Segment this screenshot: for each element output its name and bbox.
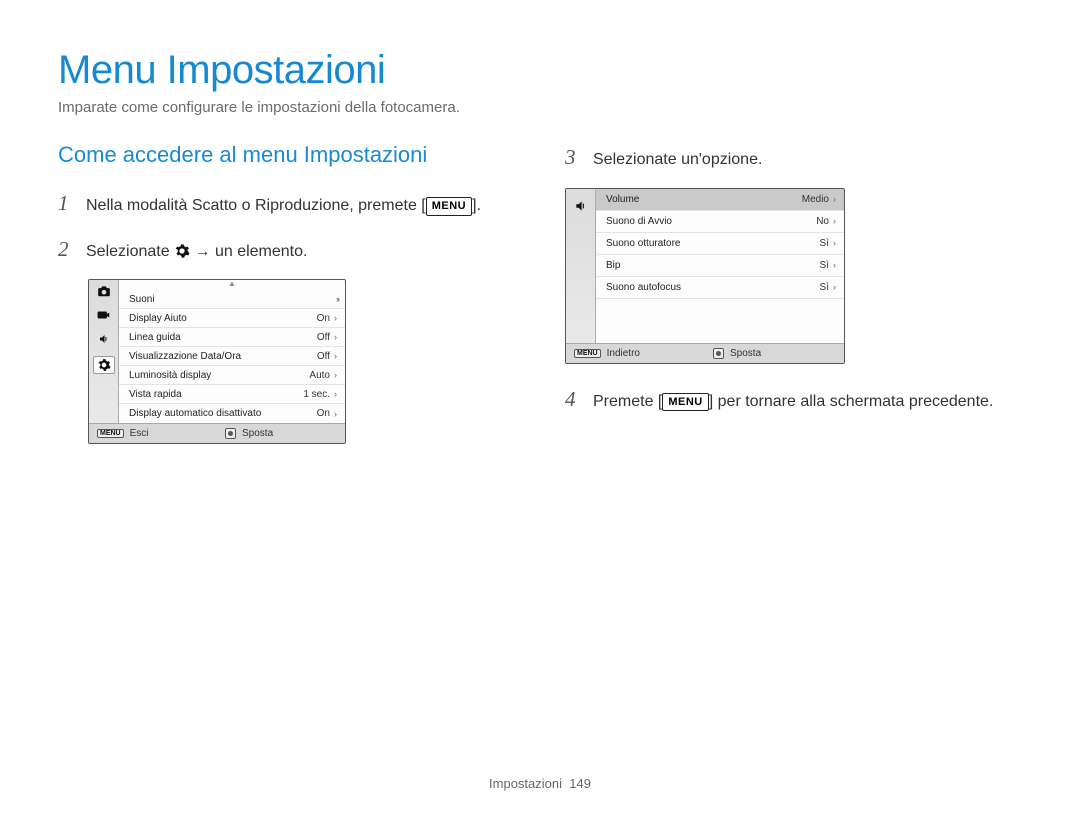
list-item: Suono otturatore Sì › bbox=[596, 233, 844, 255]
chevron-right-icon: › bbox=[833, 194, 836, 204]
step-text: Selezionate → un elemento. bbox=[86, 240, 515, 264]
list-item bbox=[596, 321, 844, 343]
item-value: Sì bbox=[820, 282, 829, 293]
step-number: 4 bbox=[565, 384, 583, 416]
item-label: Suono di Avvio bbox=[606, 216, 672, 227]
footer-label: Indietro bbox=[607, 348, 640, 359]
footer-page-number: 149 bbox=[569, 776, 591, 791]
step-number: 3 bbox=[565, 142, 583, 174]
step-text: Nella modalità Scatto o Riproduzione, pr… bbox=[86, 194, 515, 218]
list-item: Display Aiuto On › bbox=[119, 309, 345, 328]
section-heading: Come accedere al menu Impostazioni bbox=[58, 142, 515, 168]
list-item: Visualizzazione Data/Ora Off › bbox=[119, 347, 345, 366]
list-item bbox=[596, 299, 844, 321]
page-title: Menu Impostazioni bbox=[58, 48, 1022, 93]
gear-icon bbox=[93, 356, 115, 374]
chevron-right-icon: › bbox=[833, 216, 836, 226]
right-column: 3 Selezionate un'opzione. Volume Medio › S… bbox=[565, 142, 1022, 464]
menu-badge-icon: MENU bbox=[574, 349, 601, 358]
list-item: Volume Medio › bbox=[596, 189, 844, 211]
item-value: Off bbox=[317, 351, 330, 362]
list-item: Luminosità display Auto › bbox=[119, 366, 345, 385]
item-value: Sì bbox=[820, 238, 829, 249]
speaker-icon bbox=[573, 199, 589, 213]
item-value: Auto bbox=[309, 370, 330, 381]
joystick-icon bbox=[225, 428, 236, 439]
step-3: 3 Selezionate un'opzione. bbox=[565, 142, 1022, 174]
step-2: 2 Selezionate → un elemento. bbox=[58, 234, 515, 266]
chevron-right-icon: › bbox=[334, 351, 337, 361]
step-text-part: ] per tornare alla schermata precedente. bbox=[709, 393, 994, 410]
step-text-part: Nella modalità Scatto o Riproduzione, pr… bbox=[86, 197, 426, 214]
chevron-right-icon: › bbox=[833, 260, 836, 270]
lcd-list: ▲ Suoni›› Display AiutoOn› Linea guidaOf… bbox=[119, 280, 345, 423]
item-label: Visualizzazione Data/Ora bbox=[129, 351, 241, 362]
list-item: Suoni›› bbox=[119, 290, 345, 309]
chevron-right-icon: › bbox=[833, 282, 836, 292]
caret-up-icon: ▲ bbox=[119, 280, 345, 290]
item-label: Display automatico disattivato bbox=[129, 408, 261, 419]
item-label: Vista rapida bbox=[129, 389, 182, 400]
page-intro: Imparate come configurare le impostazion… bbox=[58, 99, 1022, 116]
item-label: Suoni bbox=[129, 294, 155, 305]
step-text: Selezionate un'opzione. bbox=[593, 148, 1022, 172]
menu-badge-icon: MENU bbox=[97, 429, 124, 438]
lcd-footer: MENU Esci Sposta bbox=[89, 423, 345, 443]
footer-section: Impostazioni bbox=[489, 776, 562, 791]
step-text-part: ]. bbox=[472, 197, 481, 214]
page-footer: Impostazioni 149 bbox=[0, 776, 1080, 791]
item-value: No bbox=[816, 216, 829, 227]
item-label: Luminosità display bbox=[129, 370, 211, 381]
footer-label: Sposta bbox=[242, 428, 273, 439]
gear-icon bbox=[174, 243, 190, 259]
step-1: 1 Nella modalità Scatto o Riproduzione, … bbox=[58, 188, 515, 220]
menu-badge-icon: MENU bbox=[662, 393, 708, 412]
chevron-right-icon: › bbox=[334, 313, 337, 323]
list-item: Suono autofocus Sì › bbox=[596, 277, 844, 299]
chevron-right-icon: › bbox=[334, 389, 337, 399]
joystick-icon bbox=[713, 348, 724, 359]
step-number: 2 bbox=[58, 234, 76, 266]
step-number: 1 bbox=[58, 188, 76, 220]
list-item: Suono di Avvio No › bbox=[596, 211, 844, 233]
item-label: Bip bbox=[606, 260, 620, 271]
item-value: Medio bbox=[802, 194, 829, 205]
item-label: Suono otturatore bbox=[606, 238, 681, 249]
item-label: Volume bbox=[606, 194, 639, 205]
item-value: On bbox=[317, 313, 330, 324]
camera-icon bbox=[96, 284, 112, 298]
left-column: Come accedere al menu Impostazioni 1 Nel… bbox=[58, 142, 515, 464]
menu-badge-icon: MENU bbox=[426, 197, 472, 216]
lcd-sidebar bbox=[89, 280, 119, 423]
lcd-screenshot-settings: ▲ Suoni›› Display AiutoOn› Linea guidaOf… bbox=[88, 279, 346, 444]
item-value: Off bbox=[317, 332, 330, 343]
video-icon bbox=[96, 308, 112, 322]
item-label: Suono autofocus bbox=[606, 282, 681, 293]
step-text-part: Selezionate bbox=[86, 243, 174, 260]
chevron-right-icon: › bbox=[334, 409, 337, 419]
item-label: Linea guida bbox=[129, 332, 181, 343]
step-4: 4 Premete [MENU] per tornare alla scherm… bbox=[565, 384, 1022, 416]
lcd-sidebar bbox=[566, 189, 596, 343]
list-item: Display automatico disattivato On › bbox=[119, 404, 345, 423]
item-value: Sì bbox=[820, 260, 829, 271]
step-text-part: Premete [ bbox=[593, 393, 662, 410]
lcd-list: Volume Medio › Suono di Avvio No › Suono ott… bbox=[596, 189, 844, 343]
chevron-right-icon: › bbox=[833, 238, 836, 248]
item-label: Display Aiuto bbox=[129, 313, 187, 324]
chevron-right-icon: › bbox=[334, 332, 337, 342]
step-text: Premete [MENU] per tornare alla schermat… bbox=[593, 390, 1022, 414]
footer-label: Esci bbox=[130, 428, 149, 439]
item-value: On bbox=[317, 408, 330, 419]
list-item: Linea guida Off › bbox=[119, 328, 345, 347]
speaker-icon bbox=[96, 332, 112, 346]
lcd-footer: MENU Indietro Sposta bbox=[566, 343, 844, 363]
lcd-screenshot-sound: Volume Medio › Suono di Avvio No › Suono ott… bbox=[565, 188, 845, 364]
list-item: Bip Sì › bbox=[596, 255, 844, 277]
chevron-right-icon: › bbox=[334, 370, 337, 380]
footer-label: Sposta bbox=[730, 348, 761, 359]
step-text-part: → un elemento. bbox=[195, 243, 308, 260]
list-item: Vista rapida 1 sec. › bbox=[119, 385, 345, 404]
item-value: 1 sec. bbox=[303, 389, 330, 400]
